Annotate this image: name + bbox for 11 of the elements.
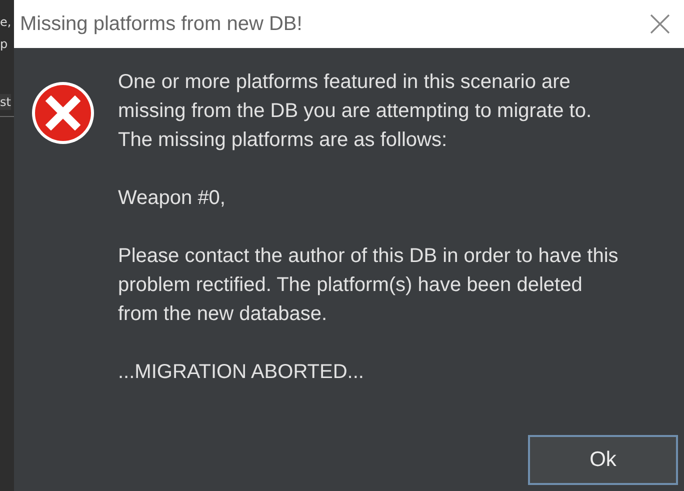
message-text: ...MIGRATION ABORTED... [118,360,365,385]
close-icon[interactable] [650,14,670,34]
text-fragment: e, [0,14,12,30]
message-text: One or more platforms featured in this scenario are missing from the DB you are attempting to migrate to. The missing platforms are as follows: [118,70,593,153]
text-fragment: p [0,36,8,52]
dialog-title: Missing platforms from new DB! [20,12,302,36]
text-fragment: st [0,94,11,110]
message-text: Please contact the author of this DB in order to have this problem rectified. The platform(s) have been deleted from the new database. [118,244,620,327]
message-text: Weapon #0, [118,186,226,211]
ok-button[interactable]: Ok [528,435,678,485]
error-icon [30,80,96,146]
